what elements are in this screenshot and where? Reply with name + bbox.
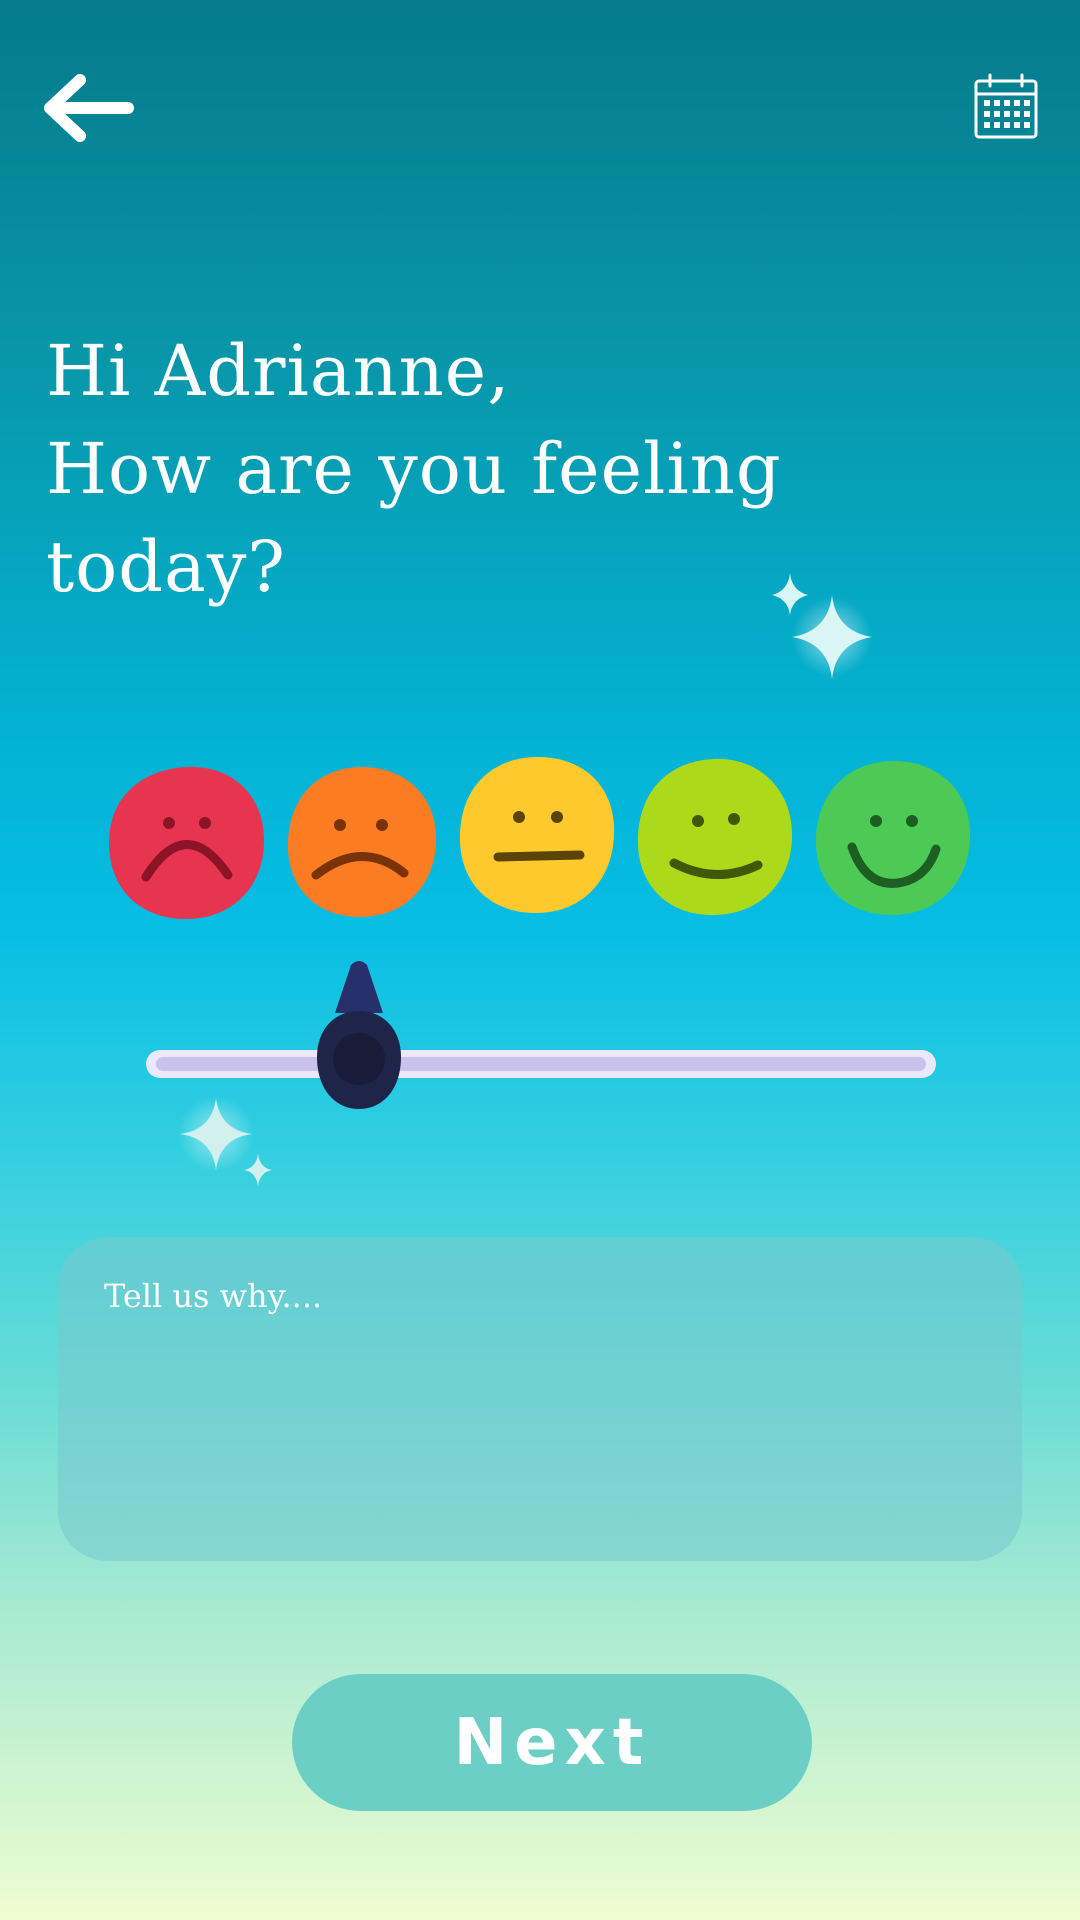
greeting-line-1: Hi Adrianne,	[46, 330, 511, 412]
greeting-line-2: How are you feeling	[46, 428, 782, 510]
back-button[interactable]	[42, 72, 138, 144]
why-input[interactable]	[104, 1277, 976, 1521]
neutral-face-icon[interactable]	[456, 755, 618, 917]
very-happy-face-icon[interactable]	[812, 759, 974, 917]
happy-face-icon[interactable]	[634, 757, 796, 919]
slider-track[interactable]	[146, 1050, 936, 1078]
face-shape	[637, 758, 793, 915]
calendar-icon	[974, 73, 1038, 139]
mood-faces	[0, 755, 1080, 935]
face-shape	[459, 757, 615, 913]
face-shape	[287, 767, 437, 917]
next-button[interactable]: Next	[292, 1674, 812, 1811]
top-bar	[0, 0, 1080, 220]
arrow-left-icon	[44, 74, 134, 142]
slider-track-fill	[156, 1057, 926, 1071]
why-field-container	[58, 1237, 1022, 1561]
mood-slider[interactable]	[140, 955, 940, 1115]
sparkle-icon	[772, 573, 872, 679]
calendar-button[interactable]	[972, 72, 1042, 144]
very-sad-face-icon[interactable]	[106, 763, 268, 923]
sad-face-icon[interactable]	[284, 765, 440, 921]
face-shape	[815, 761, 971, 915]
slider-thumb[interactable]	[307, 959, 411, 1119]
